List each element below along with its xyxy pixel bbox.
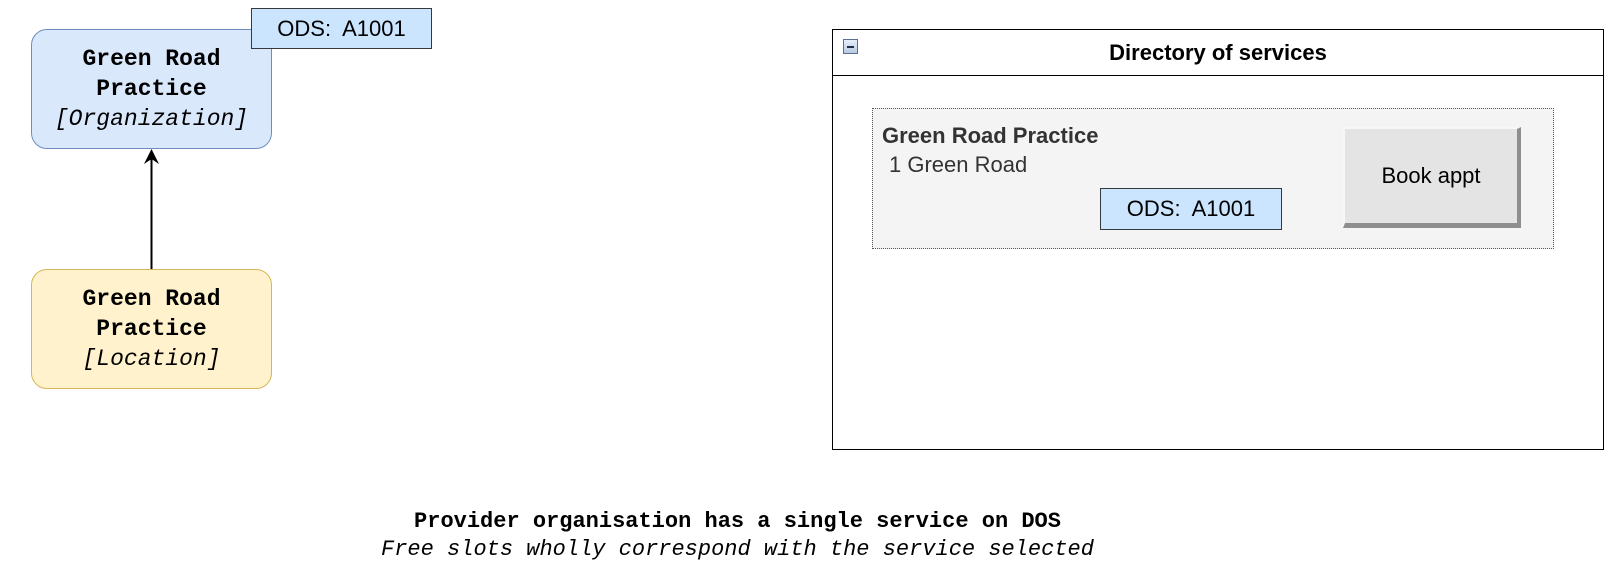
location-name-line2: Practice: [96, 316, 207, 342]
caption-title: Provider organisation has a single servi…: [414, 509, 1061, 534]
arrow-head-icon: [144, 149, 159, 164]
organization-node[interactable]: Green Road Practice [Organization]: [31, 29, 272, 149]
directory-title: Directory of services: [1109, 39, 1327, 65]
collapse-minus-icon[interactable]: [843, 39, 858, 54]
service-ods-tag: ODS: A1001: [1100, 188, 1282, 230]
organization-stereotype: [Organization]: [54, 106, 249, 132]
directory-header: Directory of services: [833, 30, 1603, 76]
location-node[interactable]: Green Road Practice [Location]: [31, 269, 272, 389]
organization-ods-tag: ODS: A1001: [251, 8, 432, 49]
service-address: 1 Green Road: [889, 152, 1028, 177]
organization-name-line2: Practice: [96, 76, 207, 102]
diagram-caption: Provider organisation has a single servi…: [0, 508, 1475, 564]
organization-name-line1: Green Road: [82, 46, 221, 72]
location-name-line1: Green Road: [82, 286, 221, 312]
book-appointment-button[interactable]: Book appt: [1343, 127, 1521, 228]
service-name: Green Road Practice: [882, 123, 1099, 148]
location-stereotype: [Location]: [82, 346, 221, 372]
caption-subtitle: Free slots wholly correspond with the se…: [381, 537, 1094, 562]
